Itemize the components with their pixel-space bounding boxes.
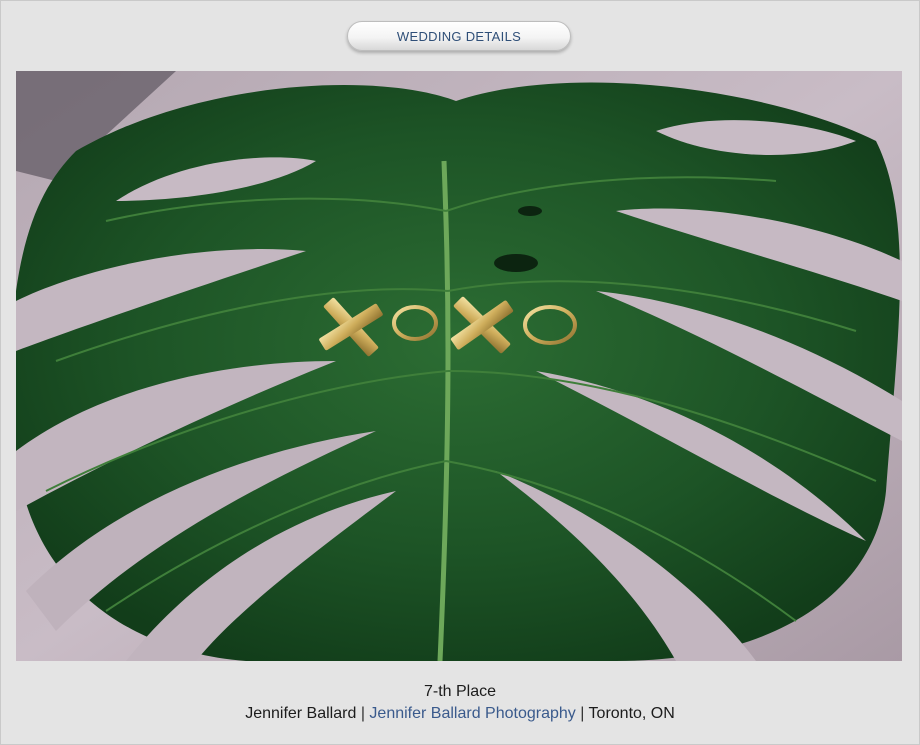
separator: | [360,705,365,722]
studio-link[interactable]: Jennifer Ballard Photography [369,705,575,722]
location-text: Toronto, ON [588,705,675,722]
photo-viewer [16,71,902,661]
leaf-rings-image [16,71,902,661]
wedding-details-button[interactable]: WEDDING DETAILS [347,21,571,51]
separator: | [580,705,585,722]
photographer-name: Jennifer Ballard [245,705,357,722]
page-frame: WEDDING DETAILS 7-th Place Jennifer Ball… [0,0,920,745]
photo-credits: Jennifer Ballard | Jennifer Ballard Phot… [1,705,919,723]
photo-caption-title: 7-th Place [423,683,497,700]
wedding-details-label: WEDDING DETAILS [396,28,522,44]
